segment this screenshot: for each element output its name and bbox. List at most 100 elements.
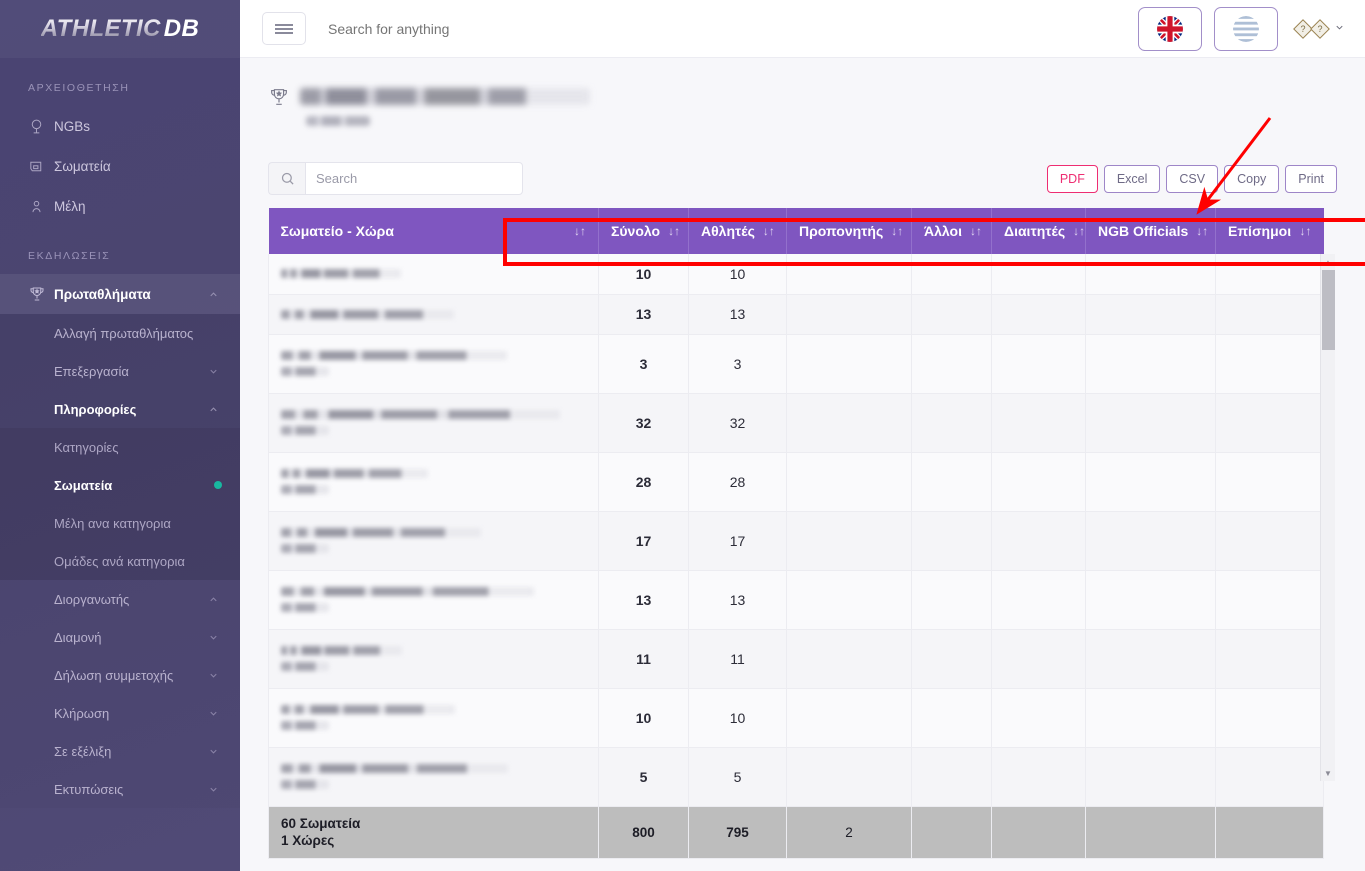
sidebar-subitem-katigories[interactable]: Κατηγορίες: [0, 428, 240, 466]
sort-icon[interactable]: ↓↑: [660, 224, 680, 238]
sidebar-subitem-ektyposeis[interactable]: Εκτυπώσεις: [0, 770, 240, 808]
cell-club-country: [268, 511, 599, 571]
sidebar-subitem-dilosi-symmetochis[interactable]: Δήλωση συμμετοχής: [0, 656, 240, 694]
sidebar-subitem-somateia[interactable]: Σωματεία: [0, 466, 240, 504]
table-row[interactable]: 10 10: [268, 254, 1324, 295]
club-name-redacted: [281, 309, 454, 319]
main-area: ? ?: [240, 0, 1365, 871]
cell-officials: [1215, 511, 1324, 571]
cell-others: [911, 747, 992, 807]
language-button-gr[interactable]: [1214, 6, 1278, 51]
cell-athletes: 3: [688, 334, 787, 394]
table-row[interactable]: 11 11: [268, 629, 1324, 689]
country-name-redacted: [281, 367, 329, 376]
sidebar-subitem-plirofories[interactable]: Πληροφορίες: [0, 390, 240, 428]
sidebar-subitem-meli-ana-katigoria[interactable]: Μέλη ανα κατηγορια: [0, 504, 240, 542]
table-row[interactable]: 10 10: [268, 688, 1324, 748]
language-button-en[interactable]: [1138, 6, 1202, 51]
sidebar-item-ngbs[interactable]: NGBs: [0, 106, 240, 146]
cell-athletes: 10: [688, 254, 787, 295]
cell-officials: [1215, 254, 1324, 295]
search-input[interactable]: [305, 162, 523, 195]
sidebar-item-protathlimata[interactable]: Πρωταθλήματα: [0, 274, 240, 314]
user-menu-button[interactable]: ? ?: [1290, 18, 1345, 39]
cell-ngb-officials: [1085, 334, 1216, 394]
sort-icon[interactable]: ↓↑: [755, 224, 775, 238]
sidebar-subitem-diamoni[interactable]: Διαμονή: [0, 618, 240, 656]
column-header-athletes[interactable]: Αθλητές ↓↑: [688, 208, 787, 254]
scrollbar-thumb[interactable]: [1322, 270, 1335, 350]
scroll-down-arrow-icon[interactable]: ▼: [1321, 765, 1335, 781]
table-row[interactable]: 17 17: [268, 511, 1324, 571]
export-csv-button[interactable]: CSV: [1166, 164, 1219, 193]
scrollbar-track[interactable]: [1321, 270, 1335, 765]
sidebar-subitem-diorganotis[interactable]: Διοργανωτής: [0, 580, 240, 618]
chevron-down-icon: [208, 670, 222, 681]
table-vertical-scrollbar[interactable]: ▲ ▼: [1320, 254, 1335, 781]
sidebar-subitem-epexergasia[interactable]: Επεξεργασία: [0, 352, 240, 390]
club-name-redacted: [281, 469, 428, 478]
copy-button[interactable]: Copy: [1224, 164, 1280, 193]
club-name-redacted: [281, 646, 402, 655]
column-label: Σωματείο - Χώρα: [280, 223, 394, 239]
club-name-redacted: [281, 410, 560, 419]
column-header-ngb-officials[interactable]: NGB Officials ↓↑: [1085, 208, 1216, 254]
sidebar-item-somateia[interactable]: Σωματεία: [0, 146, 240, 186]
sort-icon[interactable]: ↓↑: [1292, 224, 1312, 238]
column-header-referees[interactable]: Διαιτητές ↓↑: [991, 208, 1086, 254]
cell-club-country: [268, 254, 599, 295]
sidebar-item-meli[interactable]: Μέλη: [0, 186, 240, 226]
sidebar-subitem-allagi-protathlimatos[interactable]: Αλλαγή πρωταθλήματος: [0, 314, 240, 352]
footer-coach: 2: [786, 805, 912, 859]
sidebar-subitem-label: Επεξεργασία: [54, 363, 129, 379]
cell-coach: [786, 334, 912, 394]
gr-flag-icon: [1233, 15, 1259, 42]
sidebar-subitem-se-exelixi[interactable]: Σε εξέλιξη: [0, 732, 240, 770]
cell-coach: [786, 254, 912, 295]
sort-icon[interactable]: ↓↑: [566, 224, 586, 238]
cell-total: 10: [598, 688, 689, 748]
sidebar-subitem-label: Σωματεία: [54, 477, 113, 493]
table-row[interactable]: 28 28: [268, 452, 1324, 512]
column-header-total[interactable]: Σύνολο ↓↑: [598, 208, 689, 254]
sidebar-toggle-button[interactable]: [262, 12, 306, 45]
sort-icon[interactable]: ↓↑: [1065, 224, 1085, 238]
table-row[interactable]: 32 32: [268, 393, 1324, 453]
column-header-officials[interactable]: Επίσημοι ↓↑: [1215, 208, 1324, 254]
table-row[interactable]: 55: [268, 747, 1324, 807]
country-name-redacted: [281, 721, 329, 730]
footer-total: 800: [598, 805, 689, 859]
print-button[interactable]: Print: [1285, 164, 1337, 193]
table-row[interactable]: 13 13: [268, 294, 1324, 335]
export-pdf-button[interactable]: PDF: [1046, 164, 1098, 193]
column-header-others[interactable]: Άλλοι ↓↑: [911, 208, 992, 254]
global-search-input[interactable]: [328, 20, 748, 37]
cell-referees: [991, 570, 1086, 630]
cell-officials: [1215, 629, 1324, 689]
cell-ngb-officials: [1085, 747, 1216, 807]
sidebar-subitem-klirosi[interactable]: Κλήρωση: [0, 694, 240, 732]
cell-coach: [786, 570, 912, 630]
export-excel-button[interactable]: Excel: [1103, 164, 1161, 193]
table-toolbar: PDF Excel CSV Copy Print: [268, 162, 1337, 195]
sort-icon[interactable]: ↓↑: [883, 224, 903, 238]
sort-icon[interactable]: ↓↑: [1188, 224, 1208, 238]
cell-total: 28: [598, 452, 689, 512]
logo-text-secondary: DB: [163, 15, 200, 42]
globe-icon: [28, 118, 54, 135]
column-header-club-country[interactable]: Σωματείο - Χώρα ↓↑: [268, 208, 599, 254]
cell-referees: [991, 393, 1086, 453]
en-flag-icon: [1157, 15, 1183, 42]
table-row[interactable]: 33: [268, 334, 1324, 394]
app-logo[interactable]: ATHLETIC DB: [0, 0, 240, 58]
column-header-coach[interactable]: Προπονητής ↓↑: [786, 208, 912, 254]
chevron-down-icon: [208, 708, 222, 719]
chevron-down-icon: [208, 784, 222, 795]
sidebar-subitem-omades-ana-katigoria[interactable]: Ομάδες ανά κατηγορια: [0, 542, 240, 580]
sidebar-subitem-label: Σε εξέλιξη: [54, 743, 112, 759]
topbar-actions: ? ?: [1138, 6, 1345, 51]
scroll-up-arrow-icon[interactable]: ▲: [1321, 254, 1335, 270]
search-icon: [268, 162, 305, 195]
sort-icon[interactable]: ↓↑: [962, 224, 982, 238]
table-row[interactable]: 13 13: [268, 570, 1324, 630]
